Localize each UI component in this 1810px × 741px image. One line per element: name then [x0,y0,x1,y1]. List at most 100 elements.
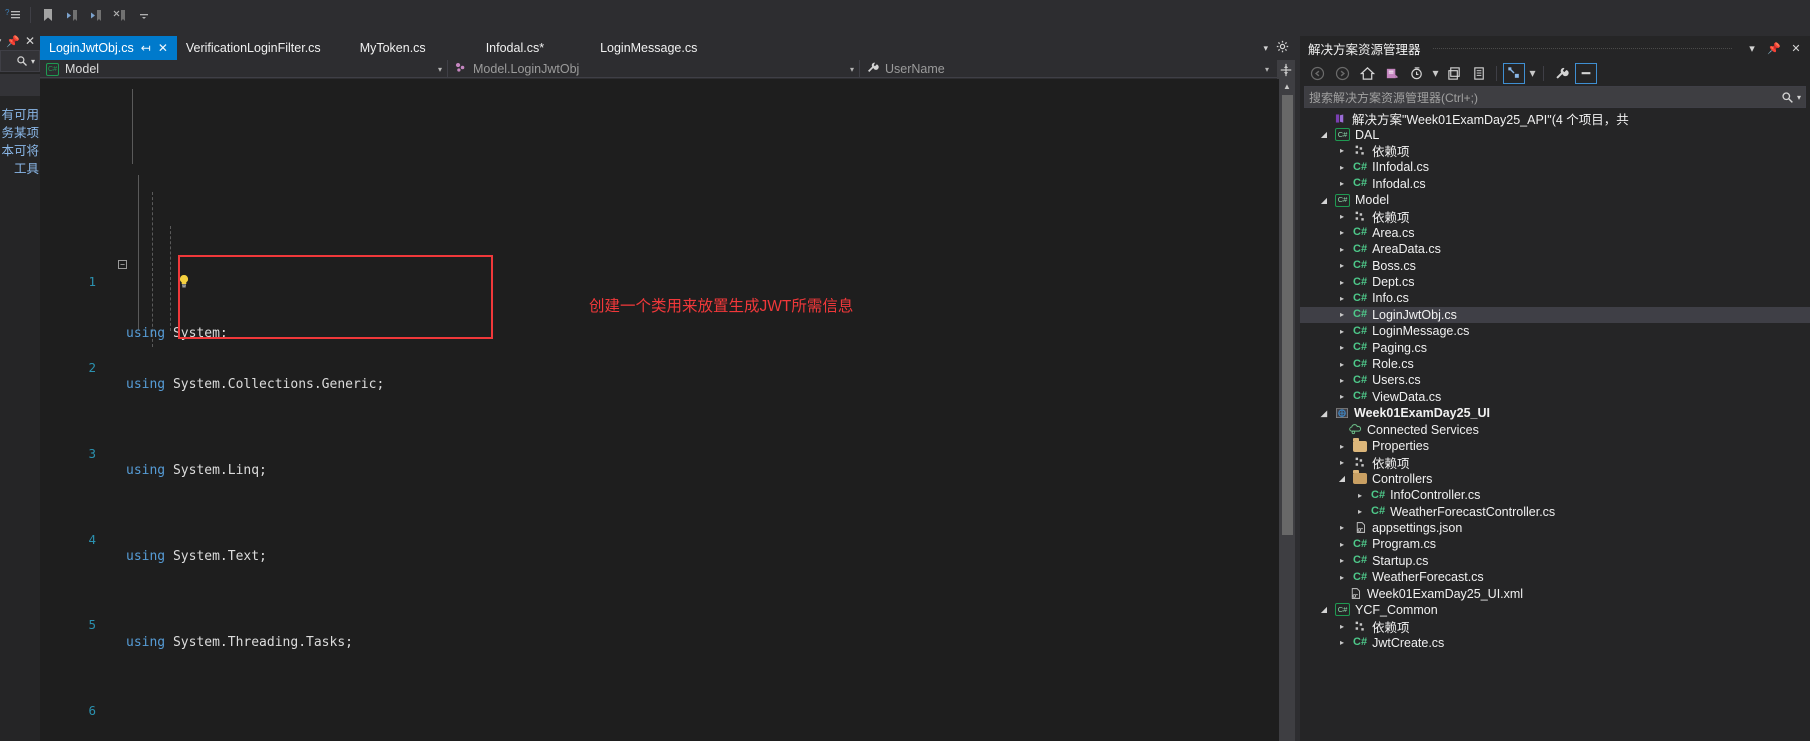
sync-with-active-document-icon[interactable] [1503,62,1525,84]
nav-project-dropdown[interactable]: C# Model ▾ [40,60,448,78]
tree-node-dependencies[interactable]: ▸ 依赖项 [1300,208,1810,225]
expander-closed-icon[interactable]: ▸ [1336,376,1348,385]
tab-mytoken[interactable]: MyToken.cs [330,36,456,60]
expander-closed-icon[interactable]: ▸ [1336,212,1348,221]
panel-close-icon[interactable]: ✕ [1788,42,1804,55]
tree-node-file-infocontroller[interactable]: ▸ C# InfoController.cs [1300,487,1810,503]
expander-closed-icon[interactable]: ▸ [1336,310,1348,319]
expander-closed-icon[interactable]: ▸ [1336,392,1348,401]
tree-node-project-ycf-common[interactable]: ◢ C# YCF_Common [1300,602,1810,618]
expander-closed-icon[interactable]: ▸ [1336,179,1348,188]
tree-node-dependencies[interactable]: ▸ 依赖项 [1300,454,1810,471]
tree-node-file-loginmessage[interactable]: ▸ C# LoginMessage.cs [1300,323,1810,339]
nav-member-dropdown[interactable]: UserName ▾ [860,60,1295,78]
split-editor-icon[interactable] [1277,60,1295,79]
expander-open-icon[interactable]: ◢ [1318,409,1330,418]
tab-loginmessage[interactable]: LoginMessage.cs [574,36,723,60]
expander-closed-icon[interactable]: ▸ [1336,622,1348,631]
chevron-down-icon[interactable]: ▾ [850,65,854,74]
expander-closed-icon[interactable]: ▸ [1336,245,1348,254]
tree-node-file-boss[interactable]: ▸ C# Boss.cs [1300,258,1810,274]
tree-node-file-viewdata[interactable]: ▸ C# ViewData.cs [1300,389,1810,405]
expander-closed-icon[interactable]: ▸ [1336,556,1348,565]
search-options-caret-icon[interactable]: ▾ [1797,93,1801,102]
tree-node-file-iinfodal[interactable]: ▸ C# IInfodal.cs [1300,159,1810,175]
tree-node-connected-services[interactable]: Connected Services [1300,421,1810,437]
expander-closed-icon[interactable]: ▸ [1336,540,1348,549]
tree-node-file-area[interactable]: ▸ C# Area.cs [1300,225,1810,241]
tree-node-properties[interactable]: ▸ Properties [1300,437,1810,454]
panel-pin-icon[interactable]: 📌 [1766,42,1782,55]
tab-settings-gear-icon[interactable] [1276,40,1289,56]
tree-node-file-infodal[interactable]: ▸ C# Infodal.cs [1300,176,1810,192]
show-all-files-icon[interactable] [1406,63,1428,84]
tree-node-file-areadata[interactable]: ▸ C# AreaData.cs [1300,241,1810,257]
home-icon[interactable] [1356,63,1378,84]
expander-open-icon[interactable]: ◢ [1318,130,1330,139]
panel-dropdown-icon[interactable]: ▾ [1744,42,1760,55]
sync-dropdown-icon[interactable]: ▾ [1528,63,1537,84]
bookmark-icon[interactable] [37,4,59,26]
tree-node-solution[interactable]: 解决方案"Week01ExamDay25_API"(4 个项目，共 [1300,110,1810,127]
expander-closed-icon[interactable]: ▸ [1354,507,1366,516]
tab-infodal[interactable]: Infodal.cs* [456,36,574,60]
tab-verificationloginfilter[interactable]: VerificationLoginFilter.cs [177,36,330,60]
expander-closed-icon[interactable]: ▸ [1336,573,1348,582]
drag-handle[interactable] [1432,47,1732,49]
tree-node-project-dal[interactable]: ◢ C# DAL [1300,126,1810,142]
tab-loginjwtobj[interactable]: LoginJwtObj.cs ↤ ✕ [40,36,177,60]
expander-closed-icon[interactable]: ▸ [1336,360,1348,369]
pending-changes-icon[interactable] [1381,63,1403,84]
expander-closed-icon[interactable]: ▸ [1336,261,1348,270]
previous-bookmark-icon[interactable] [61,4,83,26]
tree-node-file-weatherforecastcontroller[interactable]: ▸ C# WeatherForecastController.cs [1300,503,1810,519]
clear-bookmarks-icon[interactable] [109,4,131,26]
code-editor[interactable]: 1 − using System; 2 using System.Collect… [40,79,1295,741]
code-surface[interactable]: 1 − using System; 2 using System.Collect… [40,79,1279,741]
collapse-all-icon[interactable] [1443,63,1465,84]
expander-closed-icon[interactable]: ▸ [1336,146,1348,155]
expander-closed-icon[interactable]: ▸ [1336,294,1348,303]
expander-closed-icon[interactable]: ▸ [1336,163,1348,172]
tab-list-dropdown-icon[interactable]: ▾ [1263,43,1268,54]
tree-node-file-weatherforecast[interactable]: ▸ C# WeatherForecast.cs [1300,569,1810,585]
tree-node-dependencies[interactable]: ▸ 依赖项 [1300,618,1810,635]
left-dock-search-input[interactable]: ▾ [0,50,40,72]
left-dock-dropdown-icon[interactable]: ▾ [0,36,1,47]
tree-node-file-info[interactable]: ▸ C# Info.cs [1300,290,1810,306]
expander-closed-icon[interactable]: ▸ [1336,228,1348,237]
chevron-down-icon[interactable]: ▾ [1265,65,1269,74]
tree-node-project-model[interactable]: ◢ C# Model [1300,192,1810,208]
tree-node-dependencies[interactable]: ▸ 依赖项 [1300,143,1810,159]
tree-node-file-paging[interactable]: ▸ C# Paging.cs [1300,339,1810,355]
expander-closed-icon[interactable]: ▸ [1354,491,1366,500]
next-bookmark-icon[interactable] [85,4,107,26]
task-list-icon[interactable]: ? [2,4,24,26]
tree-node-project-week01examday25-ui[interactable]: ◢ Week01ExamDay25_UI [1300,405,1810,421]
preview-selected-items-icon[interactable] [1550,63,1572,84]
expander-closed-icon[interactable]: ▸ [1336,523,1348,532]
nav-class-dropdown[interactable]: Model.LoginJwtObj ▾ [448,60,860,78]
back-icon[interactable] [1306,63,1328,84]
show-all-files-dropdown-icon[interactable]: ▾ [1431,63,1440,84]
editor-vertical-scrollbar[interactable]: ▲ [1279,79,1295,741]
tree-node-file-appsettings[interactable]: ▸ appsettings.json [1300,520,1810,536]
view-code-icon[interactable] [1575,62,1597,84]
tab-pin-icon[interactable]: ↤ [141,42,151,54]
solution-explorer-search-input[interactable]: 搜索解决方案资源管理器(Ctrl+;) ▾ [1304,86,1806,108]
tree-node-file-users[interactable]: ▸ C# Users.cs [1300,372,1810,388]
tree-node-file-dept[interactable]: ▸ C# Dept.cs [1300,274,1810,290]
expander-closed-icon[interactable]: ▸ [1336,442,1348,451]
expander-open-icon[interactable]: ◢ [1318,605,1330,614]
left-dock-close-icon[interactable]: ✕ [25,34,35,48]
fold-toggle[interactable]: − [118,260,127,270]
left-dock-pin-icon[interactable]: 📌 [6,35,20,48]
scroll-up-arrow-icon[interactable]: ▲ [1279,79,1295,93]
tree-node-file-program[interactable]: ▸ C# Program.cs [1300,536,1810,552]
tree-node-file-jwtcreate[interactable]: ▸ C# JwtCreate.cs [1300,635,1810,651]
tree-node-file-week01examday25-ui-xml[interactable]: Week01ExamDay25_UI.xml [1300,585,1810,601]
tree-node-file-role[interactable]: ▸ C# Role.cs [1300,356,1810,372]
expander-closed-icon[interactable]: ▸ [1336,458,1348,467]
chevron-down-icon[interactable]: ▾ [438,65,442,74]
scrollbar-thumb[interactable] [1282,95,1293,535]
